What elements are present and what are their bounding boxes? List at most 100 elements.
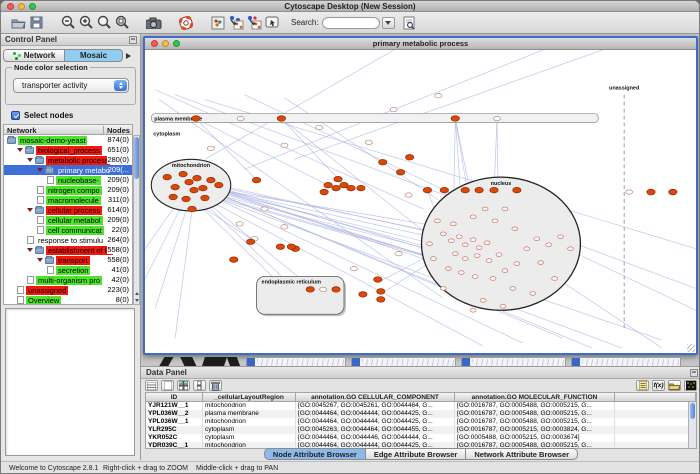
network-canvas[interactable]: plasma membrane cytoplasm mitochondrion … [145, 50, 696, 353]
table-scrollbar-thumb[interactable] [690, 403, 695, 419]
graph-node[interactable] [524, 247, 530, 251]
table-row[interactable]: YPL036W__2plasma membrane[GO:0044464, GO… [146, 410, 696, 418]
graph-node-selected[interactable] [647, 189, 655, 195]
graph-node[interactable] [458, 271, 464, 275]
delete-attribute-icon[interactable] [209, 380, 222, 391]
graph-node-selected[interactable] [190, 187, 198, 193]
graph-node[interactable] [486, 259, 492, 263]
graph-node[interactable] [470, 215, 476, 219]
graph-node[interactable] [502, 207, 508, 211]
graph-node[interactable] [534, 237, 540, 241]
frame-titlebar[interactable]: primary metabolic process [145, 38, 696, 50]
graph-node-selected[interactable] [405, 155, 413, 161]
expander-icon[interactable] [17, 148, 23, 152]
expander-icon[interactable] [27, 158, 33, 162]
graph-node[interactable] [237, 116, 244, 120]
graph-node[interactable] [470, 308, 476, 312]
table-row[interactable]: YLR295Ccytoplasm[GO:0045263, GO:0044464,… [146, 426, 696, 434]
tree-row[interactable]: biological_process651(0) [4, 145, 132, 155]
tree-row[interactable]: secretion41(0) [4, 265, 132, 275]
zoom-out-icon[interactable] [59, 14, 77, 32]
attribute-table[interactable]: ID_cellularLayoutRegionannotation.GO CEL… [145, 392, 697, 449]
graph-node-selected[interactable] [324, 182, 332, 188]
snapshot-camera-icon[interactable] [145, 14, 163, 32]
graph-node-selected[interactable] [461, 187, 469, 193]
matrix-view-icon[interactable] [684, 380, 697, 391]
minimized-network-frame[interactable] [351, 357, 456, 366]
graph-node-selected[interactable] [374, 277, 382, 283]
graph-node-selected[interactable] [185, 179, 193, 185]
tree-scrollbar[interactable] [133, 135, 140, 305]
network-tree-header[interactable]: Network Nodes [3, 124, 133, 135]
graph-node-selected[interactable] [396, 169, 404, 175]
graph-node[interactable] [472, 275, 478, 279]
graph-node[interactable] [462, 257, 468, 261]
graph-node[interactable] [434, 219, 440, 223]
graph-node-selected[interactable] [179, 171, 187, 177]
graph-node[interactable] [480, 298, 486, 302]
graph-node[interactable] [207, 146, 214, 150]
resize-grip-icon[interactable] [687, 344, 695, 352]
help-lifesaver-icon[interactable] [177, 14, 195, 32]
search-dropdown-button[interactable] [382, 17, 395, 29]
graph-node[interactable] [426, 242, 432, 246]
graph-node-selected[interactable] [163, 174, 171, 180]
tab-network[interactable]: Network [3, 49, 65, 62]
graph-node-selected[interactable] [423, 187, 431, 193]
network-view-frame[interactable]: primary metabolic process plasma membran… [143, 36, 698, 355]
graph-node-selected[interactable] [199, 185, 207, 191]
graph-node[interactable] [440, 287, 446, 291]
import-attributes-folder-icon[interactable] [668, 380, 681, 391]
graph-node-selected[interactable] [669, 189, 677, 195]
attribute-table-columns[interactable]: ID_cellularLayoutRegionannotation.GO CEL… [146, 393, 696, 402]
tree-row[interactable]: response to stimulu264(0) [4, 235, 132, 245]
attribute-table-icon[interactable] [145, 380, 158, 391]
graph-node[interactable] [502, 269, 508, 273]
expander-icon[interactable] [37, 258, 43, 262]
graph-node-selected[interactable] [379, 159, 387, 165]
graph-node-selected[interactable] [277, 116, 285, 122]
tree-scrollbar-thumb[interactable] [134, 137, 139, 179]
graph-node-selected[interactable] [451, 116, 459, 122]
tree-row[interactable]: primary metabo209(... [4, 165, 132, 175]
graph-node[interactable] [281, 143, 288, 147]
table-row[interactable]: YJR121W__1mitochondrion[GO:0045267, GO:0… [146, 402, 696, 410]
graph-node[interactable] [490, 277, 496, 281]
graph-node[interactable] [430, 257, 436, 261]
tree-row[interactable]: cell communicat22(0) [4, 225, 132, 235]
graph-node[interactable] [452, 252, 458, 256]
select-nodes-checkbox[interactable] [11, 111, 20, 120]
graph-node[interactable] [236, 222, 243, 226]
minimized-network-frame[interactable] [571, 357, 681, 366]
tree-row[interactable]: transport558(0) [4, 255, 132, 265]
graph-node-selected[interactable] [359, 292, 367, 298]
float-panel-icon[interactable] [690, 369, 698, 377]
expander-icon[interactable] [27, 208, 33, 212]
graph-node[interactable] [316, 125, 323, 129]
graph-node[interactable] [261, 207, 268, 211]
tree-row[interactable]: cellular metabol209(0) [4, 215, 132, 225]
graph-node-selected[interactable] [246, 239, 254, 245]
graph-node-selected[interactable] [475, 187, 483, 193]
graph-node-selected[interactable] [182, 196, 190, 202]
graph-node[interactable] [470, 238, 476, 242]
tree-row[interactable]: nucleobase-209(0) [4, 175, 132, 185]
graph-node[interactable] [462, 243, 468, 247]
graph-node-selected[interactable] [347, 185, 355, 191]
graph-node[interactable] [474, 254, 480, 258]
search-options-icon[interactable] [401, 14, 419, 32]
birdseye-view-panel[interactable] [5, 308, 135, 456]
tree-row[interactable]: establishment of lo558(0) [4, 245, 132, 255]
tab-mosaic[interactable]: Mosaic [65, 49, 123, 62]
table-row[interactable]: YPL036W__1mitochondrion[GO:0044464, GO:0… [146, 418, 696, 426]
tab-edge-attribute-browser[interactable]: Edge Attribute Browser [366, 448, 466, 460]
graph-node[interactable] [552, 277, 558, 281]
open-folder-icon[interactable] [9, 14, 27, 32]
zoom-fit-icon[interactable] [95, 14, 113, 32]
graph-node-selected[interactable] [320, 189, 328, 195]
graph-node-selected[interactable] [332, 185, 340, 191]
graph-node-selected[interactable] [215, 182, 223, 188]
table-row[interactable]: YKR052Ccytoplasm[GO:0044464, GO:0044446,… [146, 434, 696, 442]
tree-row[interactable]: cellular process614(0) [4, 205, 132, 215]
graph-node-selected[interactable] [230, 257, 238, 263]
